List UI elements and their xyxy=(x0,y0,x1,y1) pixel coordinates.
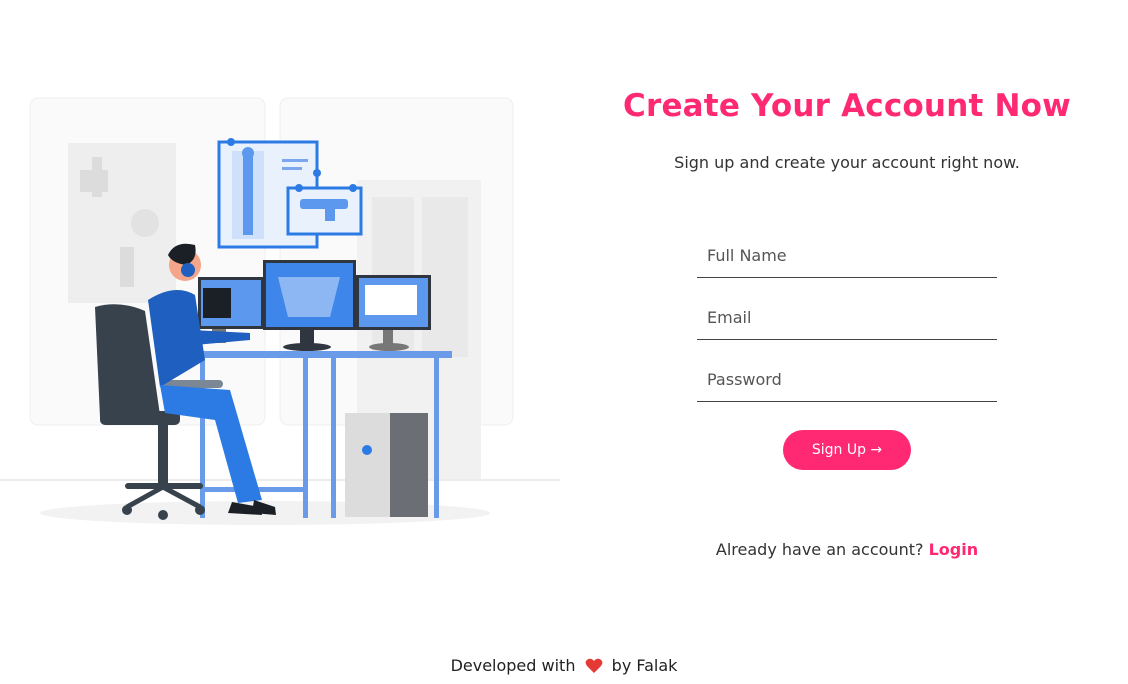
computer-tower xyxy=(345,413,428,517)
footer: Developed with by Falak xyxy=(0,656,1128,675)
footer-suffix: by Falak xyxy=(611,656,678,675)
hero-illustration xyxy=(0,97,560,525)
password-input[interactable] xyxy=(697,358,997,402)
login-prompt-line: Already have an account? Login xyxy=(566,540,1128,559)
signup-panel: Create Your Account Now Sign up and crea… xyxy=(566,0,1128,684)
login-prompt: Already have an account? xyxy=(715,540,924,559)
login-link[interactable]: Login xyxy=(929,540,979,559)
full-name-input[interactable] xyxy=(697,234,997,278)
email-input[interactable] xyxy=(697,296,997,340)
blueprint-gun-frame xyxy=(286,184,363,236)
wall-poster xyxy=(68,143,176,303)
page-subtitle: Sign up and create your account right no… xyxy=(674,153,1020,172)
page-title: Create Your Account Now xyxy=(623,88,1071,124)
heart-icon xyxy=(585,658,602,673)
footer-prefix: Developed with xyxy=(450,656,576,675)
sign-up-button[interactable]: Sign Up → xyxy=(783,430,911,470)
